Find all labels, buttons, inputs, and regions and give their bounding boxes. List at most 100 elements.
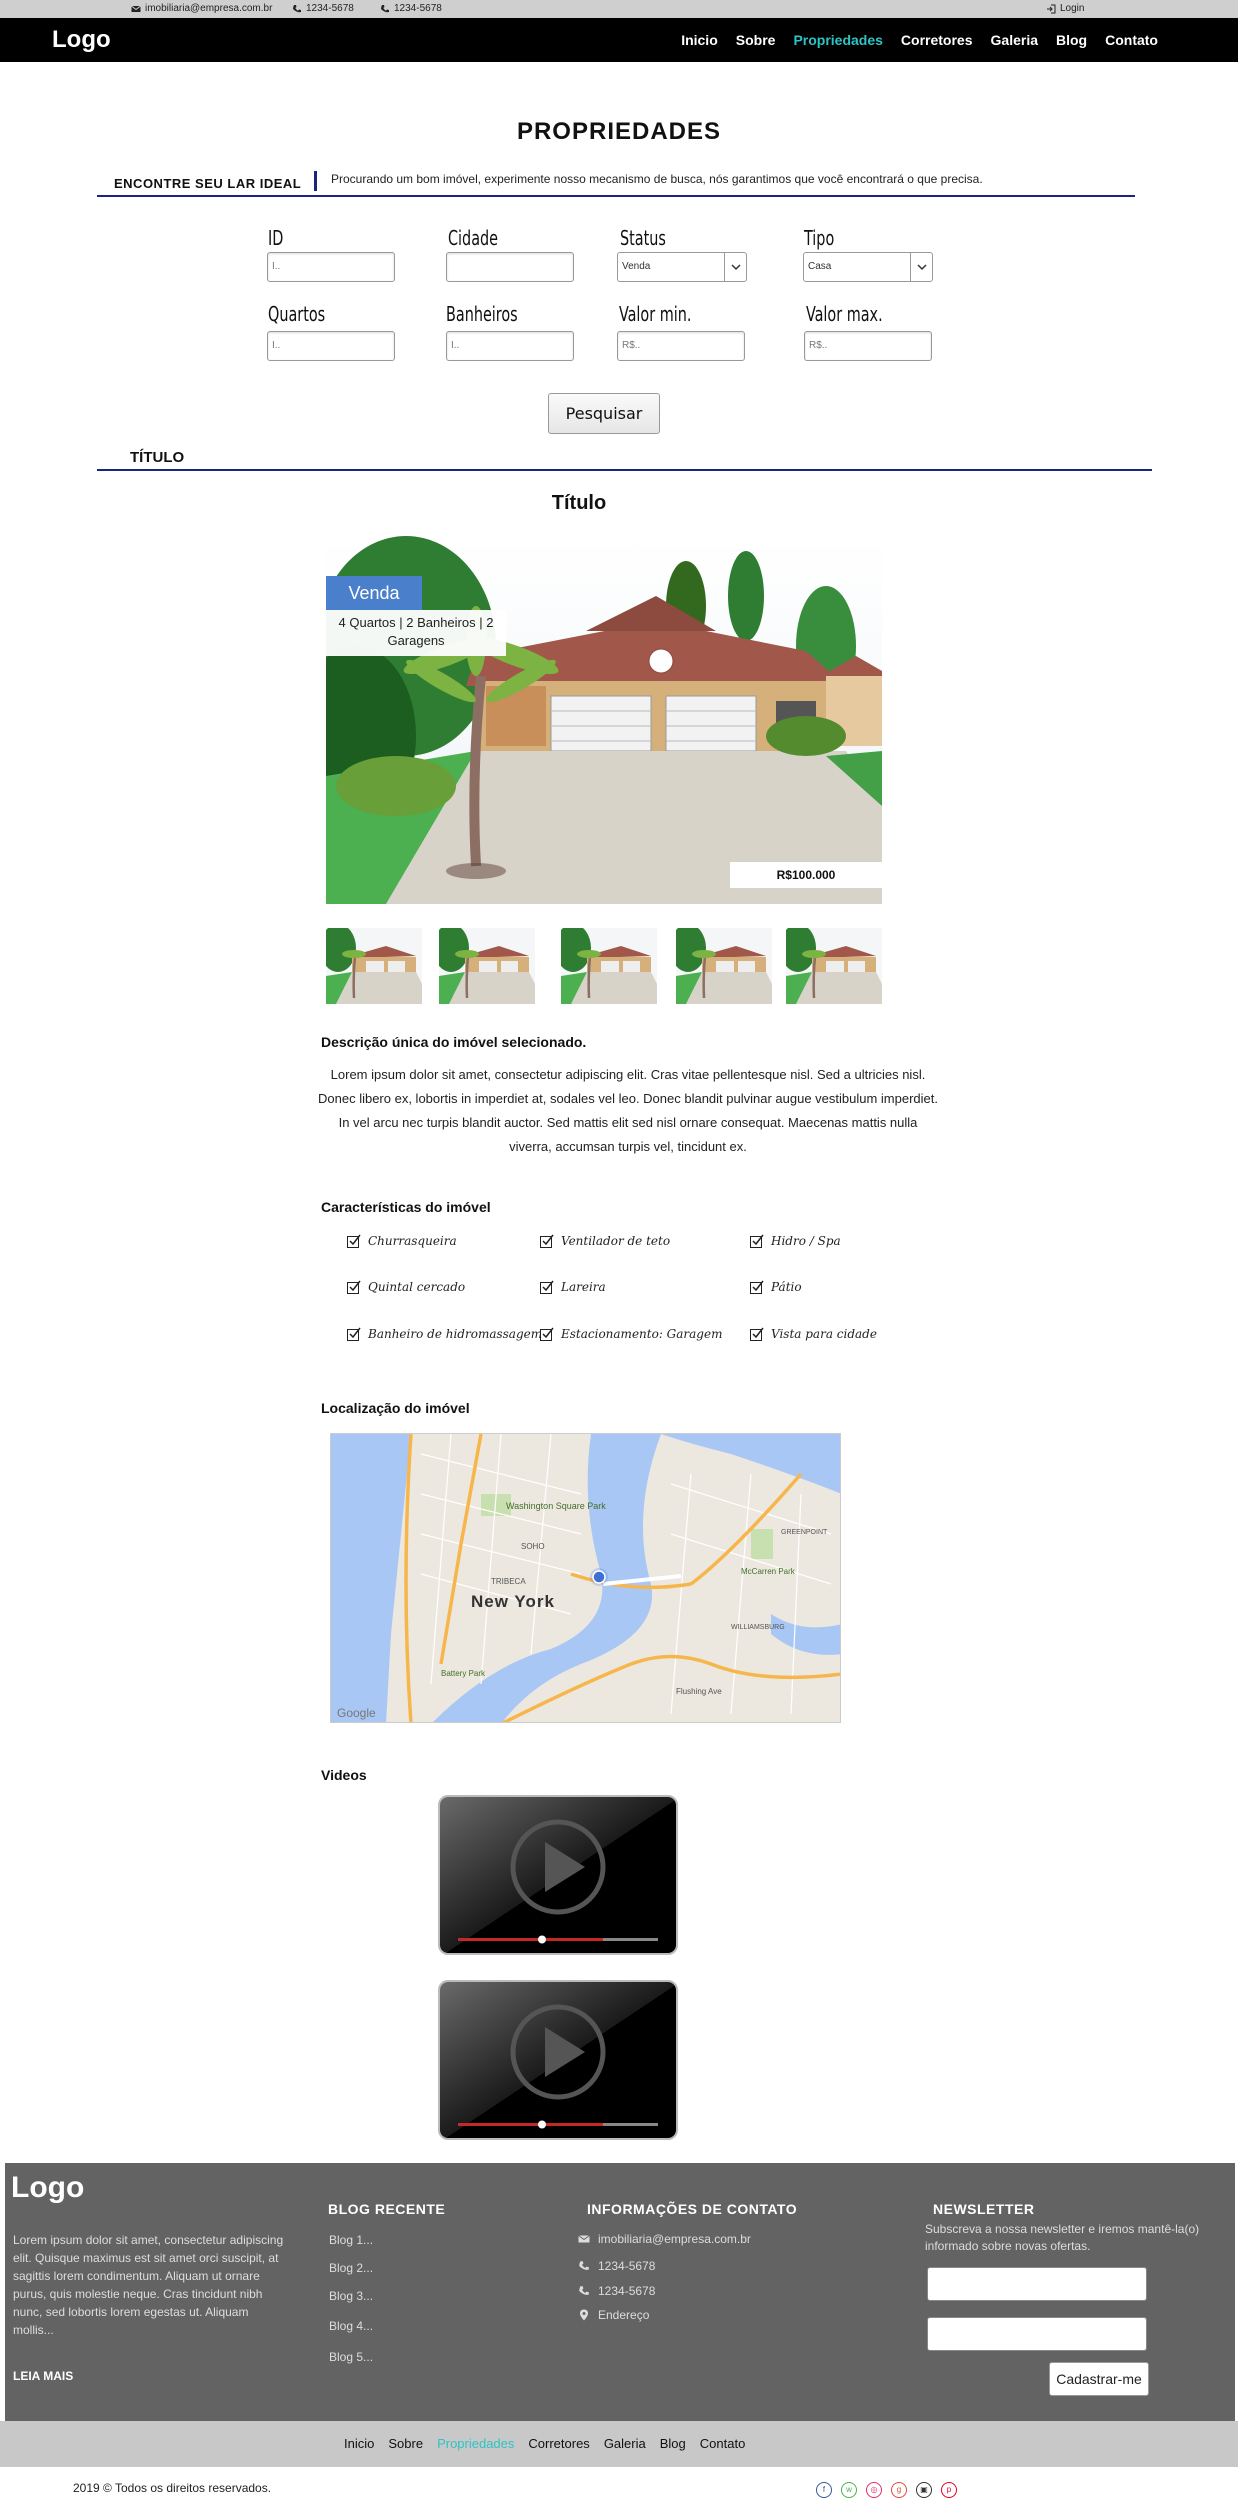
section-label: TÍTULO — [130, 449, 185, 466]
phone-icon — [293, 4, 301, 12]
thumbnail[interactable] — [326, 928, 422, 1004]
thumbnail[interactable] — [676, 928, 772, 1004]
newsletter-submit-button[interactable]: Cadastrar-me — [1049, 2362, 1149, 2396]
footer-nav-contato[interactable]: Contato — [700, 2436, 746, 2451]
description-title: Descrição única do imóvel selecionado. — [321, 1034, 587, 1050]
nav-contato[interactable]: Contato — [1105, 32, 1158, 48]
blog-link[interactable]: Blog 4... — [329, 2319, 373, 2333]
video-progress-fill — [458, 2123, 603, 2126]
map-label-soho: SOHO — [521, 1542, 545, 1551]
contact-address[interactable]: Endereço — [578, 2308, 649, 2322]
topbar-email[interactable]: imobiliaria@empresa.com.br — [131, 3, 272, 14]
contact-phone[interactable]: 1234-5678 — [578, 2284, 655, 2298]
thumbnail[interactable] — [439, 928, 535, 1004]
valor-max-input[interactable]: R$.. — [804, 331, 932, 361]
newsletter-email-input[interactable] — [927, 2317, 1147, 2351]
feature-item: Banheiro de hidromassagem — [346, 1326, 542, 1342]
thumbnail[interactable] — [561, 928, 657, 1004]
checkbox-checked-icon — [347, 1280, 361, 1294]
id-input[interactable]: I.. — [267, 252, 395, 282]
nav-blog[interactable]: Blog — [1056, 32, 1087, 48]
feature-item: Vista para cidade — [749, 1326, 877, 1342]
instagram-icon[interactable]: ◎ — [866, 2482, 882, 2498]
quartos-input[interactable]: I.. — [267, 331, 395, 361]
login-link[interactable]: Login — [1046, 3, 1084, 14]
cidade-input[interactable] — [446, 252, 574, 282]
blog-heading: BLOG RECENTE — [328, 2201, 446, 2217]
checkbox-checked-icon — [750, 1234, 764, 1248]
blog-link[interactable]: Blog 1... — [329, 2233, 373, 2247]
tipo-select[interactable]: Casa — [803, 252, 933, 282]
checkbox-checked-icon — [540, 1234, 554, 1248]
whatsapp-icon[interactable]: w — [841, 2482, 857, 2498]
video-player[interactable] — [438, 1980, 678, 2140]
status-select[interactable]: Venda — [617, 252, 747, 282]
feature-item: Pátio — [749, 1279, 802, 1295]
facebook-icon[interactable]: f — [816, 2482, 832, 2498]
video-scrubber-handle[interactable] — [538, 1935, 546, 1944]
google-plus-icon[interactable]: g — [891, 2482, 907, 2498]
section-divider — [97, 469, 1152, 471]
video-player[interactable] — [438, 1795, 678, 1955]
feature-item: Hidro / Spa — [749, 1233, 841, 1249]
chevron-down-icon — [910, 253, 932, 281]
quartos-label: Quartos — [268, 302, 326, 326]
checkbox-checked-icon — [750, 1280, 764, 1294]
cidade-label: Cidade — [448, 226, 499, 250]
sub-footer: Inicio Sobre Propriedades Corretores Gal… — [0, 2421, 1238, 2467]
blog-link[interactable]: Blog 3... — [329, 2289, 373, 2303]
blog-link[interactable]: Blog 5... — [329, 2350, 373, 2364]
logo[interactable]: Logo — [52, 26, 111, 54]
property-price: R$100.000 — [730, 862, 882, 888]
mail-icon — [578, 2235, 590, 2243]
map-label-flushing: Flushing Ave — [676, 1687, 722, 1696]
newsletter-heading: NEWSLETTER — [933, 2201, 1035, 2217]
newsletter-text: Subscreva a nossa newsletter e iremos ma… — [925, 2222, 1200, 2253]
thumbnail[interactable] — [786, 928, 882, 1004]
footer-nav-sobre[interactable]: Sobre — [388, 2436, 423, 2451]
finder-separator — [314, 171, 317, 191]
nav-galeria[interactable]: Galeria — [991, 32, 1038, 48]
description-text: Lorem ipsum dolor sit amet, consectetur … — [318, 1067, 939, 1154]
status-label: Status — [620, 226, 666, 250]
contact-phone[interactable]: 1234-5678 — [578, 2259, 655, 2273]
footer-about: Lorem ipsum dolor sit amet, consectetur … — [13, 2233, 284, 2337]
finder-label: ENCONTRE SEU LAR IDEAL — [114, 176, 302, 191]
footer-nav-galeria[interactable]: Galeria — [604, 2436, 646, 2451]
footer-nav-inicio[interactable]: Inicio — [344, 2436, 374, 2451]
read-more-link[interactable]: LEIA MAIS — [13, 2369, 73, 2383]
topbar-phone-2[interactable]: 1234-5678 — [380, 3, 442, 14]
login-icon — [1047, 4, 1056, 13]
contact-email[interactable]: imobiliaria@empresa.com.br — [578, 2232, 751, 2246]
status-badge: Venda — [326, 576, 422, 610]
map-label-battery: Battery Park — [441, 1669, 486, 1678]
top-bar: imobiliaria@empresa.com.br 1234-5678 123… — [0, 0, 1238, 18]
footer-nav-blog[interactable]: Blog — [660, 2436, 686, 2451]
search-button[interactable]: Pesquisar — [548, 393, 660, 434]
nav-sobre[interactable]: Sobre — [736, 32, 776, 48]
footer-nav-corretores[interactable]: Corretores — [528, 2436, 589, 2451]
phone-icon — [381, 4, 389, 12]
footer-nav-propriedades[interactable]: Propriedades — [437, 2436, 514, 2451]
contact-heading: INFORMAÇÕES DE CONTATO — [587, 2201, 798, 2217]
map-label-mccarren: McCarren Park — [741, 1567, 796, 1576]
nav-propriedades[interactable]: Propriedades — [793, 32, 882, 48]
footer-logo[interactable]: Logo — [11, 2171, 84, 2205]
nav-corretores[interactable]: Corretores — [901, 32, 973, 48]
location-map[interactable]: Washington Square Park SOHO TRIBECA New … — [330, 1433, 841, 1723]
video-scrubber-handle[interactable] — [538, 2120, 546, 2129]
banheiros-input[interactable]: I.. — [446, 331, 574, 361]
nav-inicio[interactable]: Inicio — [681, 32, 718, 48]
valor-min-input[interactable]: R$.. — [617, 331, 745, 361]
newsletter-name-input[interactable] — [927, 2267, 1147, 2301]
topbar-phone-1[interactable]: 1234-5678 — [292, 3, 354, 14]
map-label-greenpoint: GREENPOINT — [781, 1529, 828, 1536]
main-navbar: Logo Inicio Sobre Propriedades Corretore… — [0, 18, 1238, 62]
google-logo: Google — [337, 1706, 376, 1720]
feature-item: Estacionamento: Garagem — [539, 1326, 722, 1342]
valor-max-label: Valor max. — [806, 302, 883, 326]
pinterest-icon[interactable]: p — [941, 2482, 957, 2498]
blog-link[interactable]: Blog 2... — [329, 2261, 373, 2275]
camera-icon[interactable]: ▣ — [916, 2482, 932, 2498]
checkbox-checked-icon — [347, 1327, 361, 1341]
